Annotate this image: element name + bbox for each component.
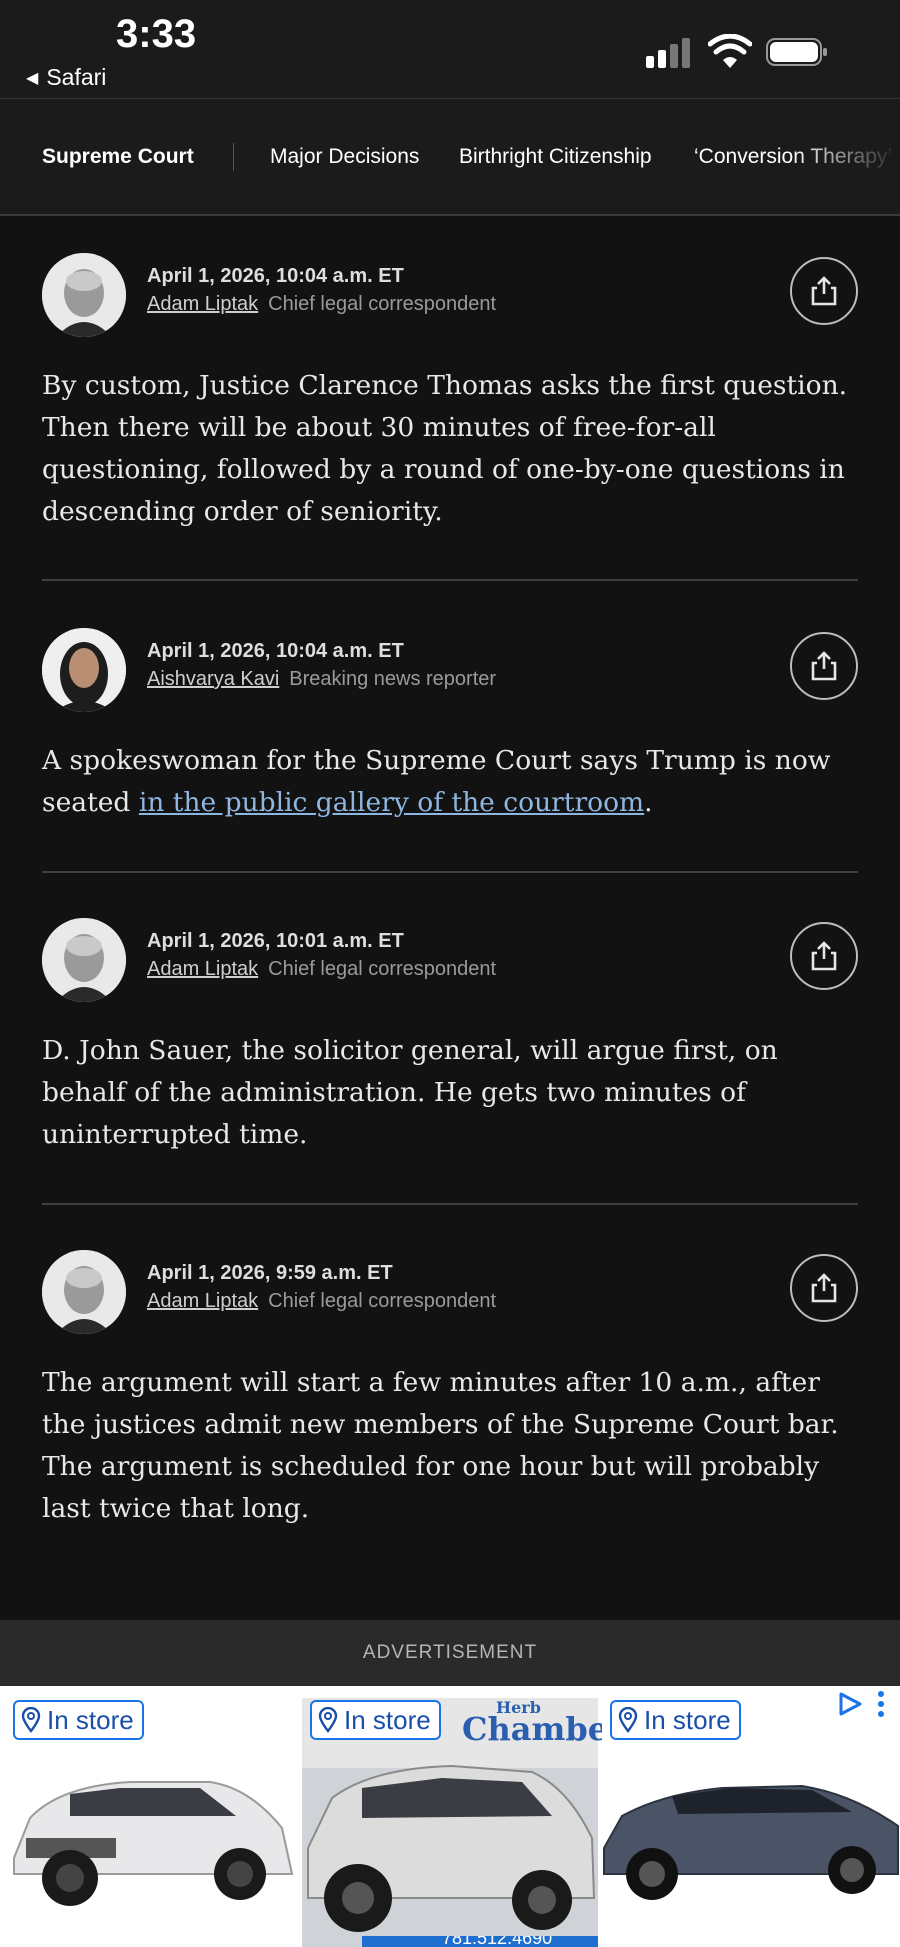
post-body: The argument will start a few minutes af… <box>42 1367 839 1524</box>
post-body: A spokeswoman for the Supreme Court says… <box>42 740 858 824</box>
post-divider <box>42 579 858 581</box>
dealer-phone-band: 781.512.4690 <box>362 1936 598 1947</box>
ad-more-options-icon[interactable] <box>876 1690 886 1718</box>
live-post: April 1, 2026, 10:04 a.m. ET Adam Liptak… <box>42 253 858 533</box>
post-byline: Adam Liptak Chief legal correspondent <box>147 293 496 316</box>
ad-card[interactable]: In store <box>0 1686 298 1947</box>
author-link[interactable]: Aishvarya Kavi <box>147 668 279 690</box>
author-link[interactable]: Adam Liptak <box>147 958 258 980</box>
nav-item-birthright-citizenship[interactable]: Birthright Citizenship <box>459 145 652 169</box>
adchoices-icon[interactable] <box>836 1690 864 1718</box>
avatar-adam-liptak[interactable] <box>42 253 126 337</box>
share-button[interactable] <box>790 922 858 990</box>
in-store-chip[interactable]: In store <box>310 1700 441 1740</box>
post-byline: Adam Liptak Chief legal correspondent <box>147 1290 496 1313</box>
ad-card[interactable]: In store <box>602 1686 900 1947</box>
avatar-adam-liptak[interactable] <box>42 918 126 1002</box>
live-post: April 1, 2026, 10:04 a.m. ET Aishvarya K… <box>42 628 858 828</box>
dealer-phone: 781.512.4690 <box>442 1936 553 1947</box>
in-store-label: In store <box>344 1704 431 1735</box>
back-triangle-icon: ◀ <box>26 69 39 87</box>
location-pin-icon <box>618 1707 638 1733</box>
nav-bottom-rule <box>0 214 900 216</box>
share-icon <box>811 276 837 306</box>
author-role: Breaking news reporter <box>289 668 497 690</box>
post-timestamp: April 1, 2026, 9:59 a.m. ET <box>147 1262 393 1284</box>
author-link[interactable]: Adam Liptak <box>147 1290 258 1312</box>
post-body: D. John Sauer, the solicitor general, wi… <box>42 1035 778 1150</box>
brand-small-text: Herb <box>496 1698 541 1717</box>
author-role: Chief legal correspondent <box>268 293 497 315</box>
battery-icon <box>766 38 827 66</box>
avatar-aishvarya-kavi[interactable] <box>42 628 126 712</box>
courtroom-gallery-link[interactable]: in the public gallery of the courtroom <box>139 787 644 818</box>
post-byline: Adam Liptak Chief legal correspondent <box>147 958 496 981</box>
post-byline: Aishvarya Kavi Breaking news reporter <box>147 668 496 691</box>
section-nav: Supreme Court Major Decisions Birthright… <box>0 99 900 215</box>
in-store-chip[interactable]: In store <box>610 1700 741 1740</box>
post-timestamp: April 1, 2026, 10:01 a.m. ET <box>147 930 404 952</box>
location-pin-icon <box>318 1707 338 1733</box>
author-role: Chief legal correspondent <box>268 1290 497 1312</box>
post-divider <box>42 1203 858 1205</box>
nav-fade <box>790 99 900 215</box>
share-icon <box>811 1273 837 1303</box>
share-button[interactable] <box>790 632 858 700</box>
nav-item-supreme-court[interactable]: Supreme Court <box>42 145 194 169</box>
status-bar: 3:33 ◀ Safari <box>0 0 900 98</box>
post-body: By custom, Justice Clarence Thomas asks … <box>42 370 848 527</box>
share-button[interactable] <box>790 257 858 325</box>
post-timestamp: April 1, 2026, 10:04 a.m. ET <box>147 265 404 287</box>
share-icon <box>811 941 837 971</box>
in-store-label: In store <box>47 1704 134 1735</box>
live-post: April 1, 2026, 9:59 a.m. ET Adam Liptak C… <box>42 1250 858 1540</box>
in-store-chip[interactable]: In store <box>13 1700 144 1740</box>
status-time: 3:33 <box>116 12 197 56</box>
signal-icon <box>646 38 696 68</box>
in-store-label: In store <box>644 1704 731 1735</box>
nav-separator <box>233 143 234 171</box>
share-button[interactable] <box>790 1254 858 1322</box>
post-timestamp: April 1, 2026, 10:04 a.m. ET <box>147 640 404 662</box>
post-body-text-end: . <box>644 787 653 818</box>
back-to-safari-link[interactable]: ◀ Safari <box>26 64 106 91</box>
post-divider <box>42 871 858 873</box>
wifi-icon <box>708 34 752 68</box>
advertisement-label: ADVERTISEMENT <box>362 1642 538 1663</box>
nav-item-major-decisions[interactable]: Major Decisions <box>270 145 419 169</box>
avatar-adam-liptak[interactable] <box>42 1250 126 1334</box>
author-role: Chief legal correspondent <box>268 958 497 980</box>
location-pin-icon <box>21 1707 41 1733</box>
ad-strip[interactable]: In store In store Herb Chambers In store <box>0 1686 900 1947</box>
share-icon <box>811 651 837 681</box>
live-post: April 1, 2026, 10:01 a.m. ET Adam Liptak… <box>42 918 858 1168</box>
back-app-label: Safari <box>46 64 107 90</box>
advertisement-label-bar: ADVERTISEMENT <box>0 1620 900 1686</box>
author-link[interactable]: Adam Liptak <box>147 293 258 315</box>
